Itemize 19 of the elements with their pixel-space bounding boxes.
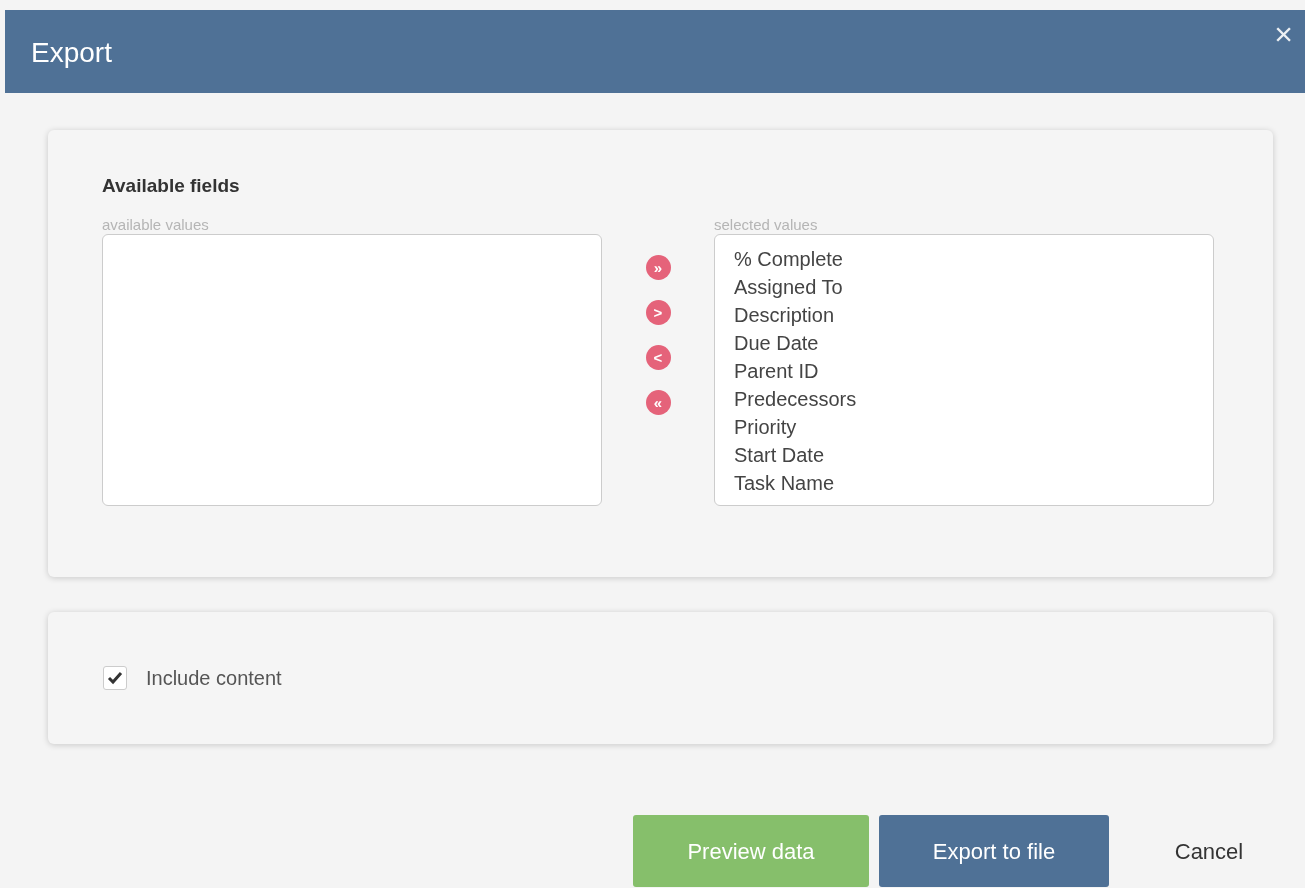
list-item[interactable]: Start Date	[734, 440, 825, 469]
close-button[interactable]: ×	[1274, 18, 1293, 50]
list-label: available values	[102, 215, 209, 234]
list-item[interactable]: Parent ID	[734, 356, 819, 385]
include-content-checkbox[interactable]	[103, 666, 127, 690]
list-item[interactable]: Predecessors	[734, 384, 857, 413]
list-item[interactable]: % Complete	[734, 244, 843, 273]
footer-button[interactable]: Cancel	[1119, 815, 1299, 887]
list-item[interactable]: Assigned To	[734, 272, 843, 301]
list-item[interactable]: Priority	[734, 412, 797, 441]
checkbox-label: Include content	[146, 666, 282, 691]
checkmark-icon	[107, 671, 123, 685]
list-item[interactable]: Task Name	[734, 468, 835, 497]
section-title: Available fields	[102, 174, 240, 198]
footer-button[interactable]: Export to file	[879, 815, 1109, 887]
window-title: Export	[31, 36, 112, 70]
list-label: selected values	[714, 215, 818, 234]
list-item[interactable]: Description	[734, 300, 835, 329]
list-item[interactable]: Due Date	[734, 328, 819, 357]
